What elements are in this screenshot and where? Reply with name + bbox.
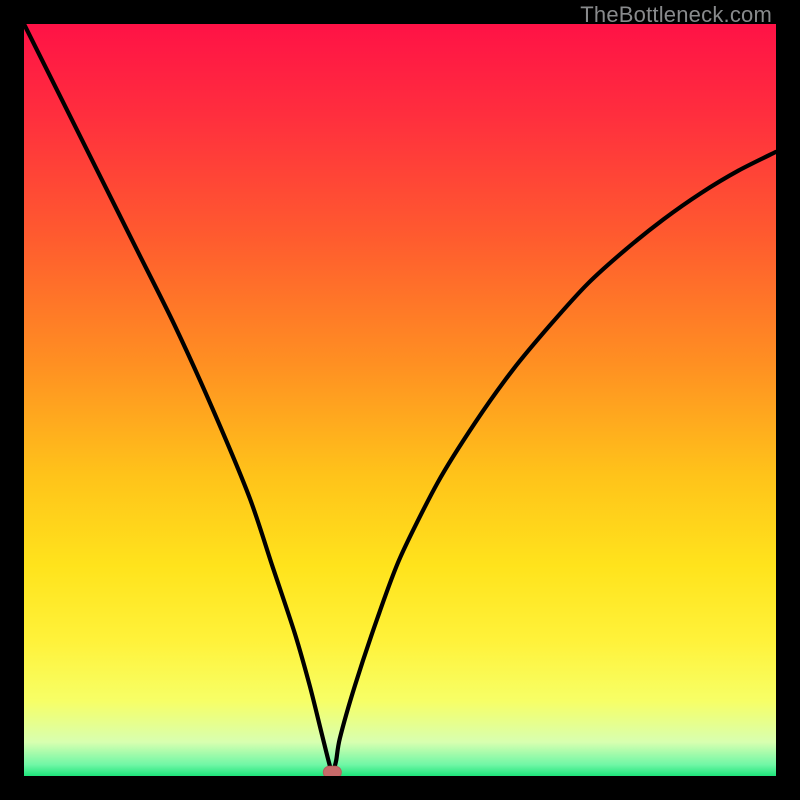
minimum-marker	[323, 766, 341, 776]
plot-area	[24, 24, 776, 776]
chart-svg	[24, 24, 776, 776]
outer-frame: TheBottleneck.com	[0, 0, 800, 800]
watermark-text: TheBottleneck.com	[580, 2, 772, 28]
gradient-bg	[24, 24, 776, 776]
